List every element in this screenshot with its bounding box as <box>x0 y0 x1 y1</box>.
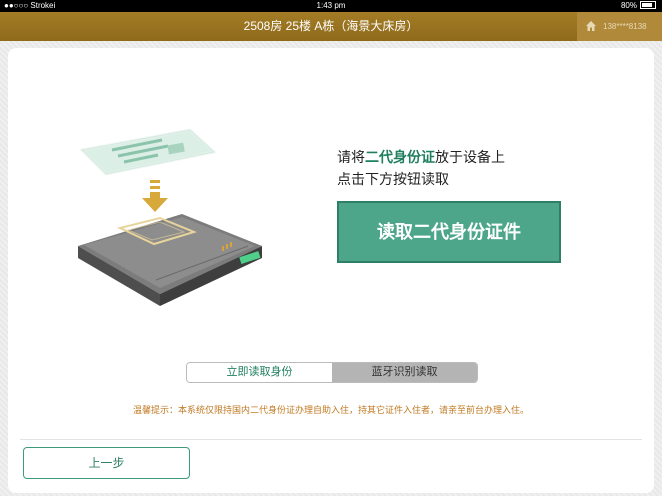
home-icon <box>586 21 596 31</box>
down-arrow-icon <box>142 180 168 212</box>
instruction-line-2: 点击下方按钮读取 <box>337 171 449 187</box>
user-phone: 138****8138 <box>603 22 647 31</box>
status-time: 1:43 pm <box>316 1 346 10</box>
top-header: 2508房 25楼 A栋（海景大床房） 138****8138 <box>0 12 662 41</box>
read-mode-tabs: 立即读取身份 蓝牙识别读取 <box>186 362 478 383</box>
back-button[interactable]: 上一步 <box>23 447 190 479</box>
instruction-line-1: 请将二代身份证放于设备上 <box>337 149 505 165</box>
tab-read-now[interactable]: 立即读取身份 <box>187 363 332 382</box>
battery-status: 80% <box>621 0 656 12</box>
id-card-reader-illustration <box>78 128 262 306</box>
battery-percent: 80% <box>620 1 637 10</box>
warm-tip: 温馨提示：本系统仅限持国内二代身份证办理自助入住，持其它证件入住者，请亲至前台办… <box>132 405 529 415</box>
card-reader-device-icon <box>78 214 262 306</box>
user-account-button[interactable]: 138****8138 <box>577 12 662 41</box>
tab-bluetooth-read[interactable]: 蓝牙识别读取 <box>332 363 477 382</box>
highlight-id-card: 二代身份证 <box>365 149 435 165</box>
main-card: 请将二代身份证放于设备上 点击下方按钮读取 读取二代身份证件 立即读取身份 蓝牙… <box>8 48 654 493</box>
divider <box>20 439 642 440</box>
read-id-card-button[interactable]: 读取二代身份证件 <box>337 201 561 263</box>
battery-icon <box>640 0 656 9</box>
instruction-text: 请将二代身份证放于设备上 点击下方按钮读取 <box>337 146 597 190</box>
status-bar: ●●○○○ Strokei 1:43 pm 80% <box>0 0 662 12</box>
id-card-icon <box>78 128 218 176</box>
room-title: 2508房 25楼 A栋（海景大床房） <box>243 19 419 33</box>
